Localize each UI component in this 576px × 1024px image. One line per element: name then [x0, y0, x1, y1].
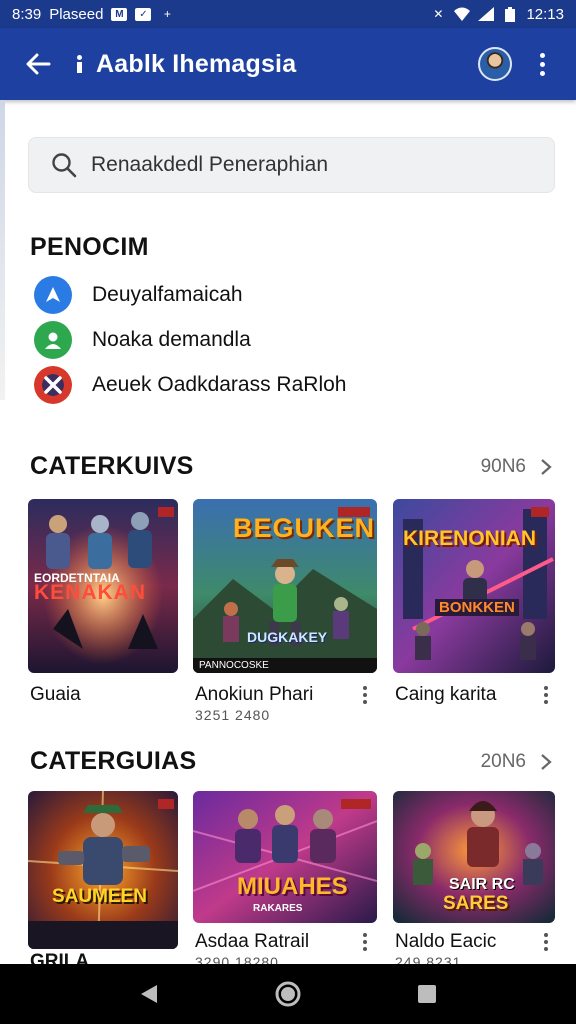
game-card-2[interactable]: BEGUKEN DUGKAKEY PANNOCOSKE Anokiun Phar… — [193, 499, 377, 723]
more-options-button[interactable] — [532, 52, 552, 76]
kebab-icon — [363, 933, 367, 937]
square-recents-icon — [417, 985, 436, 1003]
card-menu-button[interactable] — [542, 933, 550, 951]
system-navigation-bar — [0, 964, 576, 1024]
game-cover-image: MIUAHES RAKARES — [193, 791, 377, 923]
recent-item-label: Deuyalfamaicah — [92, 283, 243, 306]
chevron-right-icon — [541, 754, 552, 770]
section-one-more-label: 90N6 — [480, 456, 526, 477]
game-name: Anokiun Phari — [195, 684, 314, 705]
status-bar: 8:39 Plaseed M ✓ + ✕ 12:13 — [0, 0, 576, 28]
mute-icon: ✕ — [433, 7, 444, 21]
kebab-icon — [544, 686, 548, 690]
plus-icon: + — [163, 7, 171, 21]
search-input[interactable]: Renaakdedl Peneraphian — [28, 137, 555, 193]
chevron-right-icon — [541, 459, 552, 475]
cover-bottom-text: DUGKAKEY — [247, 629, 328, 645]
nav-recents-button[interactable] — [397, 964, 457, 1024]
contact-icon — [34, 321, 72, 359]
recent-item-2[interactable]: Noaka demandla — [34, 321, 251, 359]
recent-section-title: PENOCIM — [30, 233, 149, 261]
cover-title-text: SAIR RC — [449, 876, 515, 893]
section-one-more-link[interactable]: 90N6 — [481, 456, 552, 478]
recent-item-1[interactable]: Deuyalfamaicah — [34, 276, 243, 314]
game-name: Asdaa Ratrail — [195, 931, 310, 952]
info-icon — [76, 55, 82, 73]
cover-bottom-text: BONKKEN — [435, 599, 519, 616]
nav-home-button[interactable] — [258, 964, 318, 1024]
game-name: Guaia — [30, 684, 81, 705]
section-two-title: CATERGUIAS — [30, 747, 197, 775]
cover-title-text: BEGUKEN — [233, 513, 376, 543]
game-x-icon — [34, 366, 72, 404]
triangle-back-icon — [141, 985, 158, 1003]
drawer-edge — [0, 100, 5, 400]
kebab-icon — [539, 52, 545, 58]
page-title: Aablk Ihemagsia — [96, 49, 297, 78]
nav-back-button[interactable] — [119, 964, 179, 1024]
recent-item-3[interactable]: Aeuek Oadkdarass RaRloh — [34, 366, 346, 404]
app-bar: Aablk Ihemagsia — [0, 28, 576, 100]
cover-title-text: KENAKAN — [34, 581, 146, 604]
game-cover-image: BEGUKEN DUGKAKEY PANNOCOSKE — [193, 499, 377, 673]
game-cover-image: EORDETNTAIA KENAKAN — [28, 499, 178, 673]
back-button[interactable] — [0, 28, 76, 100]
cover-title-text: KIRENONIAN — [403, 527, 537, 550]
section-one-title: CATERKUIVS — [30, 452, 194, 480]
navigation-icon — [34, 276, 72, 314]
search-icon — [52, 153, 77, 178]
section-two-more-link[interactable]: 20N6 — [481, 751, 552, 773]
cover-bottom-text: RAKARES — [253, 903, 303, 914]
cover-title-text: MIUAHES — [237, 873, 348, 900]
kebab-icon — [544, 933, 548, 937]
game-subtext: 3251 2480 — [195, 707, 271, 723]
game-card-5[interactable]: MIUAHES RAKARES Asdaa Ratrail 3290 18280 — [193, 791, 377, 970]
inbox-icon: ✓ — [135, 7, 152, 21]
status-time: 8:39 — [12, 5, 42, 23]
game-card-1[interactable]: EORDETNTAIA KENAKAN Guaia — [28, 499, 178, 705]
wifi-icon — [454, 7, 471, 21]
game-cover-image: SAUMEEN — [28, 791, 178, 949]
status-notification-text: Plaseed — [49, 5, 104, 23]
battery-icon — [502, 6, 518, 22]
card-menu-button[interactable] — [361, 933, 369, 951]
game-card-3[interactable]: KIRENONIAN BONKKEN Caing karita — [393, 499, 555, 705]
game-card-4[interactable]: SAUMEEN GRILA — [28, 791, 178, 972]
game-name: Caing karita — [395, 684, 497, 705]
recent-item-label: Noaka demandla — [92, 328, 251, 351]
section-two-more-label: 20N6 — [480, 751, 526, 772]
circle-home-icon — [275, 981, 301, 1007]
status-clock: 12:13 — [526, 5, 564, 23]
recent-item-label: Aeuek Oadkdarass RaRloh — [92, 373, 347, 396]
signal-icon — [478, 7, 495, 21]
arrow-left-icon — [26, 53, 51, 75]
card-menu-button[interactable] — [361, 686, 369, 704]
cover-bottom-text: SARES — [443, 893, 509, 914]
game-card-6[interactable]: SAIR RC SARES Naldo Eacic 249 8231 — [393, 791, 555, 970]
kebab-icon — [363, 686, 367, 690]
avatar[interactable] — [478, 47, 512, 81]
game-name: Naldo Eacic — [395, 931, 497, 952]
search-text: Renaakdedl Peneraphian — [91, 153, 329, 176]
cover-tag-text: PANNOCOSKE — [193, 658, 377, 673]
card-menu-button[interactable] — [542, 686, 550, 704]
cover-title-text: SAUMEEN — [52, 886, 148, 907]
game-cover-image: SAIR RC SARES — [393, 791, 555, 923]
game-cover-image: KIRENONIAN BONKKEN — [393, 499, 555, 673]
mail-icon: M — [111, 7, 128, 21]
